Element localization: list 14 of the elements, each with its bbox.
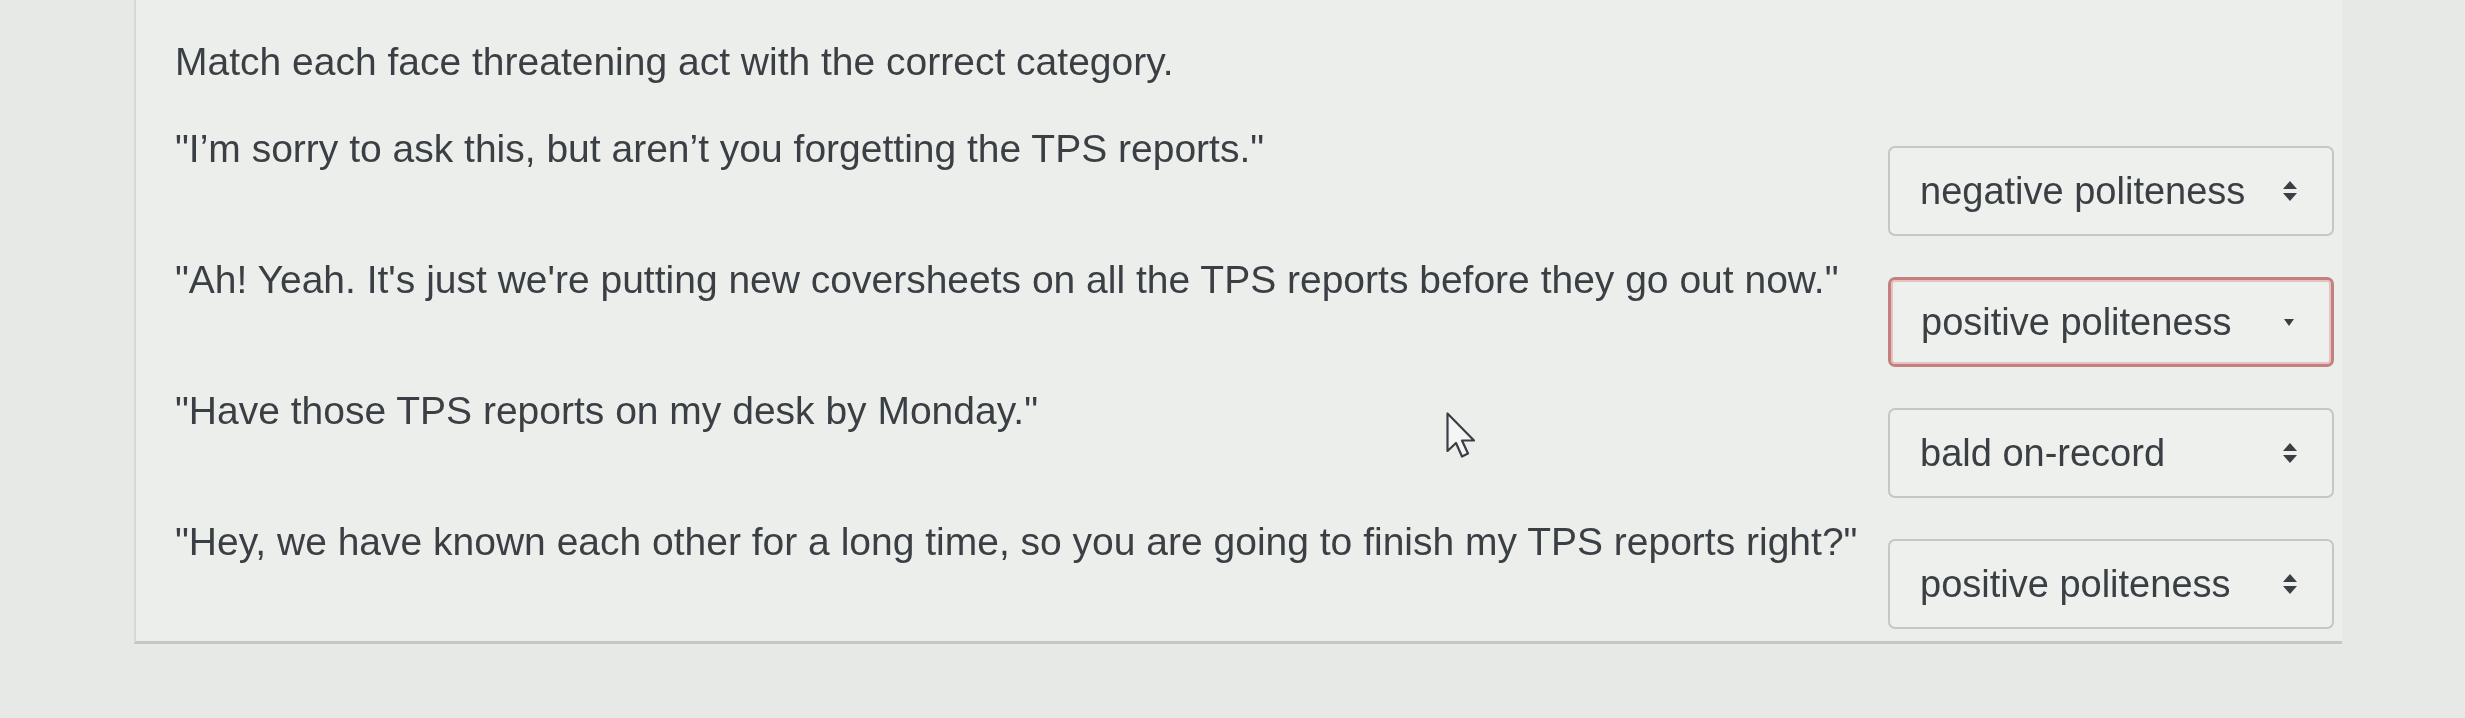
up-down-arrows-icon [2283, 574, 2297, 594]
up-down-arrows-icon [2283, 443, 2297, 463]
quote-text: "Ah! Yeah. It's just we're putting new coversheets on all the TPS reports before they go out now." [175, 258, 1840, 302]
quote-text: "I’m sorry to ask this, but aren’t you forgetting the TPS reports." [175, 127, 1266, 171]
instruction-text: Match each face threatening act with the correct category. [175, 40, 1175, 84]
caret-icon [2284, 318, 2294, 326]
category-dropdown[interactable]: positive politeness [1888, 277, 2334, 367]
quote-text: "Have those TPS reports on my desk by Monday." [175, 389, 1039, 433]
category-dropdown[interactable]: bald on-record [1888, 408, 2334, 498]
up-down-arrows-icon [2283, 181, 2297, 201]
category-dropdown[interactable]: negative politeness [1888, 146, 2334, 236]
category-dropdown[interactable]: positive politeness [1888, 539, 2334, 629]
mouse-pointer-icon [1446, 412, 1476, 458]
quote-text: "Hey, we have known each other for a long time, so you are going to finish my TPS reports right?" [175, 520, 1859, 564]
